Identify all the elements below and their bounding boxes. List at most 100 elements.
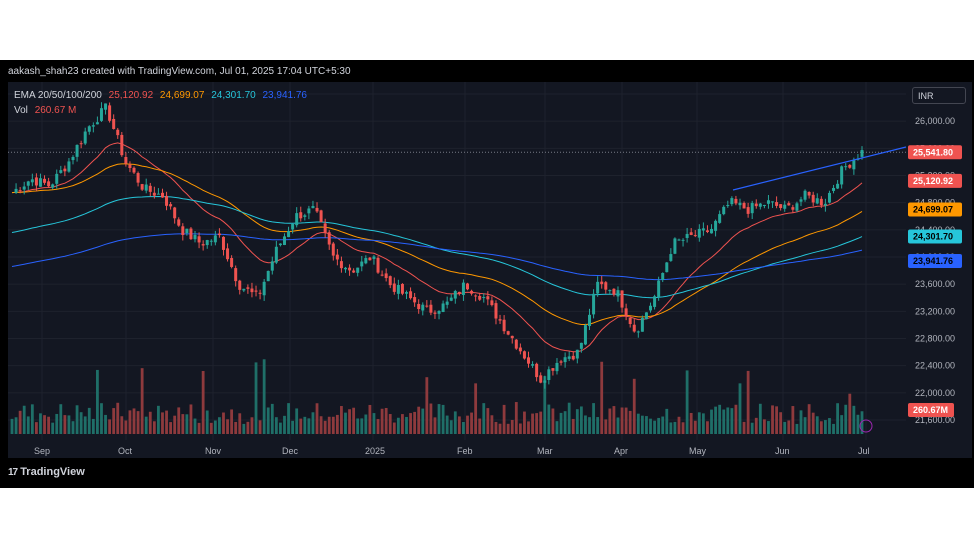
volume-bar (681, 422, 685, 434)
volume-bar (665, 408, 669, 434)
volume-bar (307, 418, 311, 434)
candle-body (112, 118, 116, 129)
volume-bar (279, 422, 282, 434)
candle-body (303, 215, 307, 217)
ema-legend-row[interactable]: EMA 20/50/100/200 25,120.92 24,699.07 24… (14, 88, 311, 103)
candle-body (498, 319, 502, 321)
volume-bar (527, 421, 530, 434)
candle-body (396, 285, 400, 294)
candle-body (754, 203, 758, 207)
vol-legend-row[interactable]: Vol 260.67 M (14, 103, 311, 118)
candle-body (274, 246, 278, 263)
y-tick-label: 22,800.00 (915, 334, 955, 344)
candle-body (38, 178, 42, 187)
candle-body (87, 126, 91, 132)
candle-body (624, 308, 628, 317)
volume-bar (494, 421, 498, 434)
volume-bar (657, 417, 661, 434)
volume-bar (579, 406, 583, 434)
candle-body (535, 363, 539, 378)
volume-bar (47, 416, 51, 434)
candle-body (844, 166, 848, 168)
volume-bar (173, 415, 177, 434)
candle-body (470, 290, 474, 294)
candle-body (746, 207, 750, 214)
candle-body (567, 356, 571, 359)
volume-bar (502, 404, 506, 434)
candle-body (575, 349, 579, 359)
volume-bar (396, 417, 400, 434)
candle-body (59, 170, 63, 173)
volume-bar (348, 409, 351, 434)
candle-body (445, 301, 449, 305)
candle-body (18, 190, 22, 192)
volume-bar (165, 410, 168, 434)
volume-bar (218, 417, 221, 434)
candle-body (266, 270, 270, 282)
volume-bar (718, 404, 722, 434)
y-tick-label: 26,000.00 (915, 116, 955, 126)
volume-bar (270, 403, 274, 434)
candle-body (51, 184, 55, 188)
candle-body (409, 291, 413, 299)
volume-bar (417, 406, 421, 434)
candle-body (718, 214, 722, 223)
candle-body (571, 355, 575, 360)
volume-bar (518, 423, 522, 434)
candle-body (221, 236, 225, 250)
candle-body (226, 248, 230, 260)
candle-body (254, 290, 258, 292)
volume-bar (384, 407, 388, 434)
candle-body (705, 230, 709, 232)
candle-body (63, 168, 67, 172)
candle-body (173, 207, 177, 219)
candle-body (181, 226, 185, 235)
candle-body (376, 257, 380, 273)
candle-body (461, 282, 465, 295)
volume-bar (697, 412, 701, 434)
volume-bar (230, 409, 234, 434)
candle-body (270, 261, 274, 271)
candle-body (714, 220, 718, 231)
volume-bar (624, 407, 628, 434)
price-label-text: 23,941.76 (913, 256, 953, 266)
volume-bar (779, 412, 783, 434)
volume-bar (649, 418, 652, 434)
candle-body (803, 190, 807, 200)
volume-bar (701, 413, 705, 434)
volume-bar (287, 403, 290, 434)
volume-bar (584, 415, 587, 434)
volume-bar (30, 404, 34, 434)
candle-body (356, 267, 360, 273)
volume-bar (669, 422, 673, 434)
currency-selector[interactable]: INR (912, 87, 966, 104)
candle-body (392, 283, 396, 292)
candle-body (404, 292, 408, 294)
volume-bar (14, 417, 18, 434)
volume-bar (640, 415, 644, 434)
candle-body (132, 167, 136, 173)
candle-body (836, 183, 840, 189)
volume-bar (734, 404, 738, 434)
volume-bar (551, 408, 555, 434)
volume-bar (120, 416, 124, 434)
candle-body (421, 304, 425, 311)
x-tick-label: Nov (205, 446, 222, 456)
price-label-text: 25,120.92 (913, 176, 953, 186)
volume-bar (136, 411, 140, 434)
candle-body (209, 240, 213, 242)
volume-bar (523, 411, 526, 434)
candle-body (649, 305, 653, 311)
volume-bar (445, 415, 449, 434)
volume-bar (368, 404, 372, 434)
volume-bar (730, 408, 734, 434)
candle-body (791, 207, 795, 210)
candle-body (453, 290, 457, 299)
volume-bar (441, 404, 445, 434)
candle-body (474, 295, 478, 297)
y-tick-label: 22,000.00 (915, 388, 955, 398)
volume-bar (376, 419, 380, 434)
candle-body (193, 235, 197, 240)
candle-body (563, 357, 567, 363)
vol-legend-label: Vol (14, 105, 28, 116)
